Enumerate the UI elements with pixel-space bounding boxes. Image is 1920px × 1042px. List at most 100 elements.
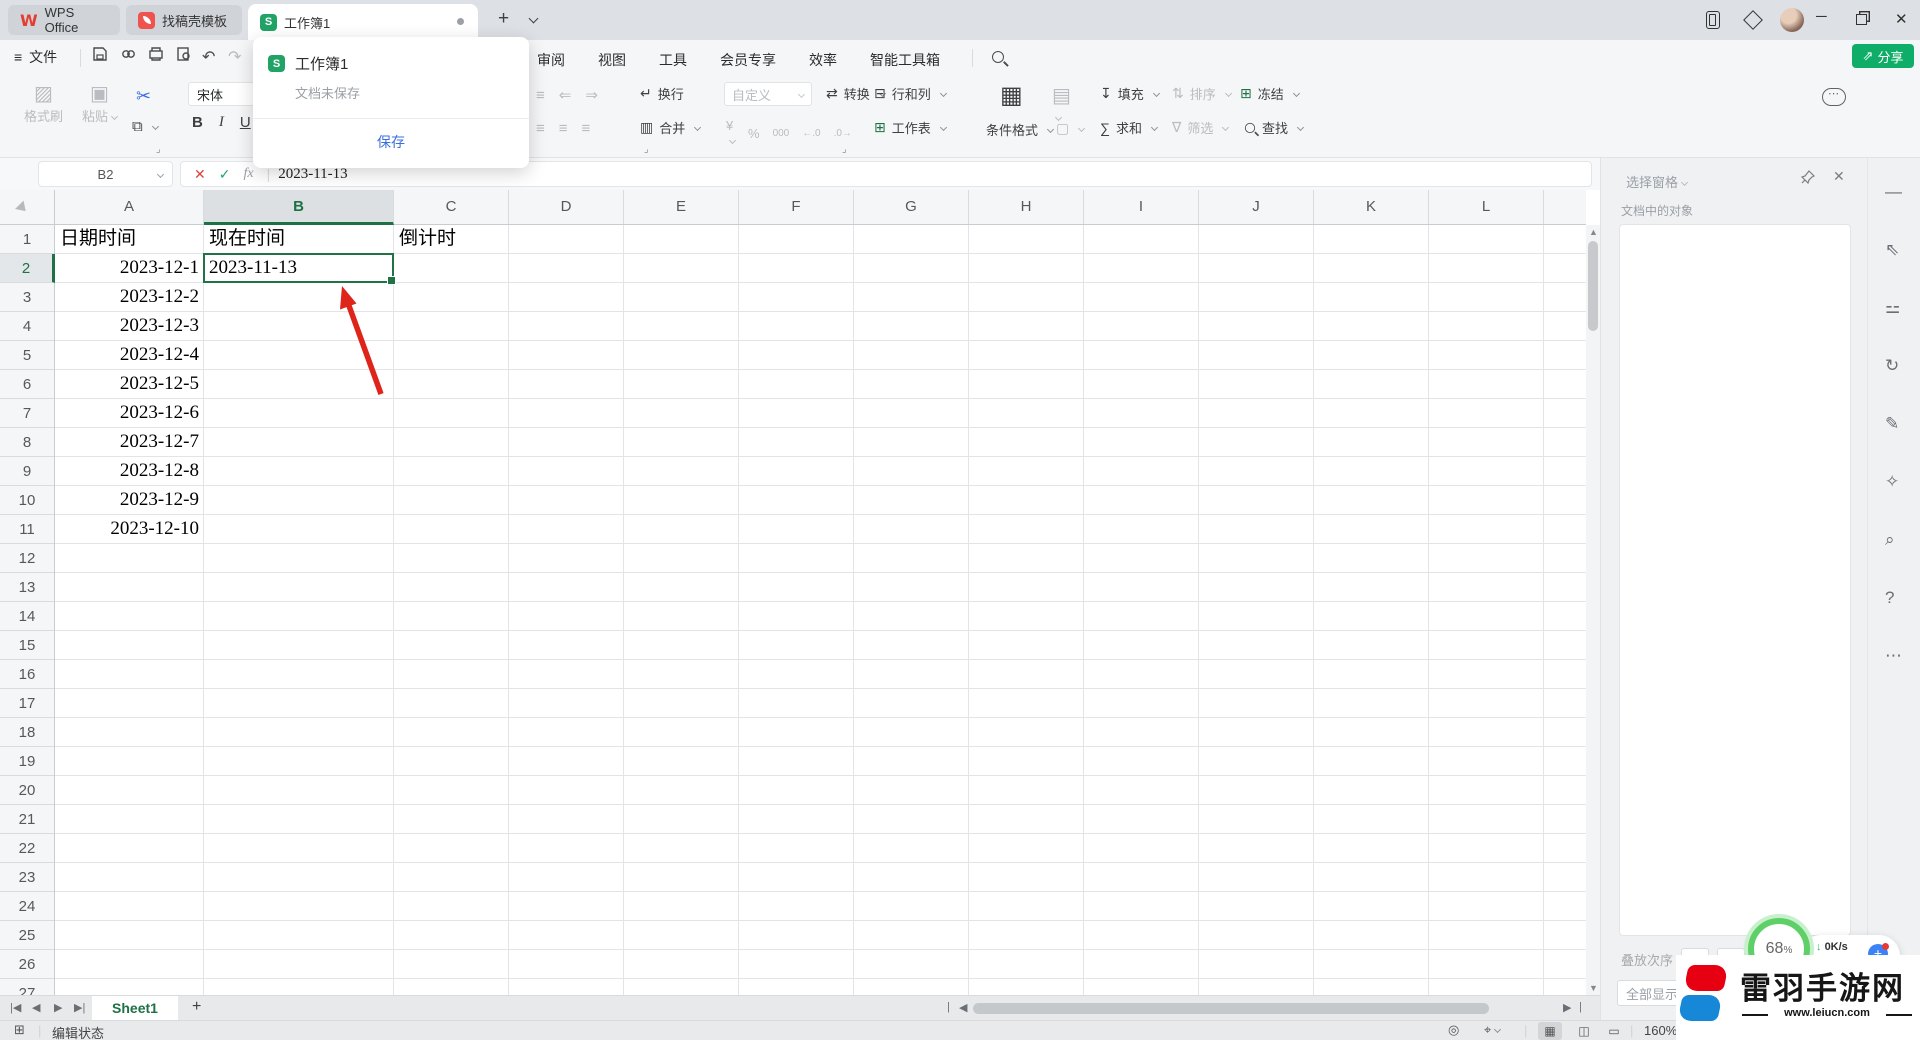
export-icon[interactable] [120, 46, 136, 67]
row-header-27[interactable]: 27 [0, 979, 54, 995]
confirm-entry-icon[interactable]: ✓ [219, 166, 231, 183]
decrease-decimal-button[interactable]: ←.0 [802, 128, 820, 139]
tab-wps-office[interactable]: W WPS Office [8, 5, 120, 35]
select-all-corner[interactable] [0, 190, 55, 225]
underline-button[interactable]: U [240, 114, 251, 131]
find-in-doc-icon[interactable]: ⌕ [1885, 530, 1895, 550]
new-tab-button[interactable]: + [498, 8, 509, 30]
print-icon[interactable] [148, 46, 164, 67]
italic-button[interactable]: I [219, 114, 224, 131]
undo-icon[interactable]: ↶ [202, 47, 215, 67]
search-icon[interactable] [992, 51, 1004, 63]
cell-A1[interactable]: 日期时间 [55, 225, 204, 254]
cell-A8[interactable]: 2023-12-7 [55, 428, 204, 457]
filter-button[interactable]: ∇ 筛选 [1172, 118, 1228, 137]
row-header-1[interactable]: 1 [0, 225, 54, 254]
spreadsheet-grid[interactable]: ABCDEFGHIJKL 123456789101112131415161718… [0, 190, 1600, 995]
menu-item-视图[interactable]: 视图 [596, 48, 628, 72]
align-center-icon[interactable]: ≡ [559, 120, 568, 137]
row-header-12[interactable]: 12 [0, 544, 54, 573]
thousands-button[interactable]: 000 [773, 128, 790, 139]
print-preview-icon[interactable] [176, 46, 192, 67]
fx-icon[interactable]: fx [243, 166, 253, 182]
column-header-J[interactable]: J [1199, 190, 1314, 224]
dialog-launcher-icon[interactable]: ⌟ [644, 144, 649, 155]
scroll-up-icon[interactable]: ▲ [1589, 227, 1598, 237]
cell-A7[interactable]: 2023-12-6 [55, 399, 204, 428]
share-button[interactable]: ⇗ 分享 [1852, 44, 1914, 68]
row-header-25[interactable]: 25 [0, 921, 54, 950]
close-panel-icon[interactable]: ✕ [1833, 168, 1845, 185]
column-headers[interactable]: ABCDEFGHIJKL [55, 190, 1586, 225]
cell-A6[interactable]: 2023-12-5 [55, 370, 204, 399]
apps-cube-icon[interactable] [1743, 10, 1763, 30]
column-header-F[interactable]: F [739, 190, 854, 224]
last-sheet-icon[interactable]: ▶| [74, 1001, 85, 1014]
sum-button[interactable]: ∑ 求和 [1100, 118, 1157, 137]
selected-cell-outline[interactable] [203, 253, 394, 283]
row-header-3[interactable]: 3 [0, 283, 54, 312]
cut-button[interactable]: ✂ [136, 86, 151, 107]
effects-icon[interactable]: ✧ [1885, 472, 1899, 492]
vertical-scrollbar[interactable]: ▲ ▼ [1586, 225, 1600, 995]
row-header-21[interactable]: 21 [0, 805, 54, 834]
cell-A3[interactable]: 2023-12-2 [55, 283, 204, 312]
row-header-8[interactable]: 8 [0, 428, 54, 457]
menu-item-智能工具箱[interactable]: 智能工具箱 [868, 48, 942, 72]
collapse-icon[interactable]: — [1885, 182, 1902, 202]
align-left-icon[interactable]: ≡ [536, 120, 545, 137]
paste-button[interactable]: ▣ 粘贴 [82, 84, 117, 125]
tab-workbook1[interactable]: S 工作簿1 [248, 4, 478, 40]
format-painter-button[interactable]: ▨ 格式刷 [24, 84, 63, 125]
row-header-5[interactable]: 5 [0, 341, 54, 370]
row-header-9[interactable]: 9 [0, 457, 54, 486]
row-header-7[interactable]: 7 [0, 399, 54, 428]
row-header-24[interactable]: 24 [0, 892, 54, 921]
horizontal-scrollbar[interactable]: | ◀ ▶ | [947, 996, 1587, 1021]
redo-icon[interactable]: ↷ [228, 47, 241, 67]
objects-list[interactable] [1619, 224, 1851, 936]
zoom-level[interactable]: 160% [1644, 1023, 1677, 1038]
cell-style-button[interactable]: ▢ [1056, 120, 1084, 137]
cloud-sync-icon[interactable]: ⋯ [1822, 88, 1846, 106]
row-headers[interactable]: 1234567891011121314151617181920212223242… [0, 225, 55, 995]
find-button[interactable]: 查找 [1244, 118, 1303, 137]
row-header-18[interactable]: 18 [0, 718, 54, 747]
cell-A11[interactable]: 2023-12-10 [55, 515, 204, 544]
cell-A2[interactable]: 2023-12-1 [55, 254, 204, 283]
conditional-format-button[interactable]: 条件格式 [986, 120, 1053, 139]
rows-cols-button[interactable]: ⊟ 行和列 [874, 84, 946, 103]
column-header-E[interactable]: E [624, 190, 739, 224]
help-icon[interactable]: ? [1885, 588, 1894, 608]
row-header-11[interactable]: 11 [0, 515, 54, 544]
row-header-16[interactable]: 16 [0, 660, 54, 689]
row-header-23[interactable]: 23 [0, 863, 54, 892]
pin-icon[interactable] [1801, 170, 1815, 189]
freeze-button[interactable]: ⊞ 冻结 [1240, 84, 1299, 103]
sort-button[interactable]: ⇅ 排序 [1172, 84, 1231, 103]
device-switch-icon[interactable] [1706, 11, 1720, 29]
restore-button[interactable] [1856, 14, 1867, 25]
align-top-icon[interactable]: ≡ [536, 87, 545, 104]
hscroll-thumb[interactable] [973, 1003, 1489, 1014]
number-format-select[interactable]: 自定义 [724, 82, 812, 106]
normal-view-button[interactable]: ▦ [1538, 1022, 1562, 1040]
column-header-G[interactable]: G [854, 190, 969, 224]
cell-A5[interactable]: 2023-12-4 [55, 341, 204, 370]
dialog-launcher-icon[interactable]: ⌟ [842, 144, 847, 155]
percent-button[interactable]: % [748, 126, 760, 141]
row-header-13[interactable]: 13 [0, 573, 54, 602]
increase-decimal-button[interactable]: .0→ [834, 128, 852, 139]
table-format-icon[interactable]: ▦ [1000, 84, 1023, 108]
column-header-D[interactable]: D [509, 190, 624, 224]
cell-A4[interactable]: 2023-12-3 [55, 312, 204, 341]
first-sheet-icon[interactable]: |◀ [10, 1001, 21, 1014]
cell-C1[interactable]: 倒计时 [394, 225, 509, 254]
center-view-icon[interactable]: ⌖ [1484, 1022, 1500, 1038]
row-header-10[interactable]: 10 [0, 486, 54, 515]
minimize-button[interactable]: ─ [1816, 8, 1827, 25]
menu-item-效率[interactable]: 效率 [807, 48, 839, 72]
tab-list-chevron-icon[interactable] [529, 14, 539, 24]
row-header-14[interactable]: 14 [0, 602, 54, 631]
row-header-26[interactable]: 26 [0, 950, 54, 979]
